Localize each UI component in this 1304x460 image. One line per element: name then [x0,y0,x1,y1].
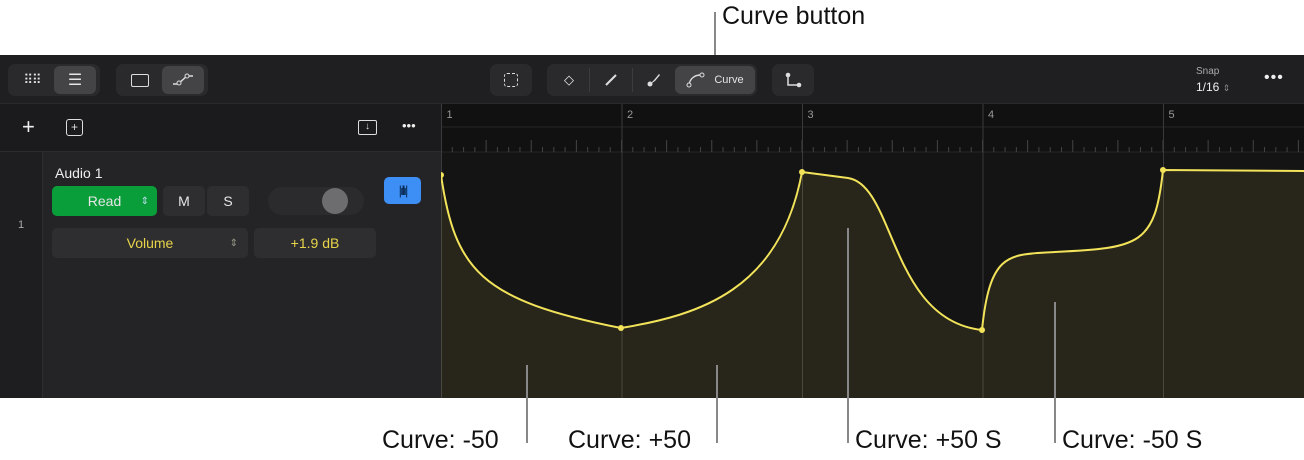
automation-point[interactable] [1160,167,1166,173]
download-icon: ↓ [365,121,370,132]
brush-icon [647,74,660,87]
callout-curve-minus50-s: Curve: -50 S [1062,426,1203,454]
chevron-updown-icon: ⇕ [229,237,238,249]
automation-point[interactable] [618,325,624,331]
snap-selector[interactable]: 1/16 ⇕ [1196,80,1230,94]
automation-view-button[interactable] [162,66,204,94]
callout-curve-minus50: Curve: -50 [382,426,499,454]
waveform-button[interactable]: |ıllı| [384,177,421,204]
rectangle-icon [131,73,149,87]
duplicate-track-button[interactable]: + [66,119,83,136]
track-header: Audio 1 Read ⇕ M S |ıllı| Volume ⇕ +1.9 dB [42,152,441,398]
bar-number: 2 [627,109,633,121]
import-button[interactable]: ↓ [358,120,377,135]
more-button[interactable]: ••• [1264,69,1284,87]
bar-number: 5 [1169,109,1175,121]
automation-fill [441,170,1304,398]
region-view-button[interactable] [118,66,162,94]
automation-parameter-select[interactable]: Volume ⇕ [52,228,248,258]
callout-curve-plus50-s: Curve: +50 S [855,426,1002,454]
pencil-icon [605,74,617,86]
parameter-value-field[interactable]: +1.9 dB [254,228,376,258]
track-number: 1 [18,219,25,231]
tracks-icon: ☰ [67,72,83,89]
parameter-value: Volume [126,235,174,251]
snap-value: 1/16 [1196,80,1220,94]
duplicate-icon: + [70,120,78,134]
curve-label: Curve [714,74,744,86]
automation-mode-select[interactable]: Read ⇕ [52,186,157,216]
automation-icon [173,73,193,86]
automation-lane[interactable]: 1 2 3 4 5 [438,104,1304,398]
grid-icon: ⠿⠿ [23,72,41,87]
callout-curve-plus50: Curve: +50 [568,426,691,454]
select-button[interactable] [492,66,530,94]
chevron-updown-icon: ⇕ [140,195,149,207]
volume-slider[interactable] [268,187,364,215]
timeline: 1 2 3 4 5 [438,104,1304,398]
elbow-path-icon [785,72,802,88]
add-track-button[interactable]: + [22,114,35,140]
callout-curve-button: Curve button [722,2,866,30]
track-more-button[interactable]: ••• [402,118,416,133]
track-name: Audio 1 [55,165,103,181]
brush-tool-button[interactable] [633,66,675,94]
automation-mode-value: Read [87,193,122,209]
move-tool-button[interactable]: ◇ [549,66,589,94]
automation-point[interactable] [979,327,985,333]
grid-view-button[interactable]: ⠿⠿ [10,66,54,94]
bar-number: 4 [988,109,994,121]
automation-point[interactable] [438,172,444,178]
bar-number: 1 [447,109,453,121]
move-icon: ◇ [564,72,574,87]
snap-label: Snap [1196,66,1220,77]
curve-tool-button[interactable]: Curve [675,66,755,94]
solo-button[interactable]: S [207,186,249,216]
pencil-tool-button[interactable] [590,66,632,94]
automation-point[interactable] [799,169,805,175]
path-button[interactable] [774,66,812,94]
bar-number: 3 [808,109,814,121]
waveform-icon: |ıllı| [398,183,409,198]
toolbar: ⠿⠿ ☰ ◇ Curve Snap 1/16 ⇕ ••• [0,55,1304,104]
slider-knob[interactable] [322,188,348,214]
marquee-select-icon [504,73,518,87]
track-list: + + ↓ ••• 1 Audio 1 Read ⇕ M S |ıllı| Vol… [0,104,441,398]
chevron-updown-icon: ⇕ [1222,83,1231,93]
mute-button[interactable]: M [163,186,205,216]
track-list-header: + + ↓ ••• [0,104,441,152]
automation-editor: ⠿⠿ ☰ ◇ Curve Snap 1/16 ⇕ ••• + + ↓ ••• 1… [0,55,1304,398]
tracks-view-button[interactable]: ☰ [54,66,96,94]
curve-icon [686,72,705,88]
